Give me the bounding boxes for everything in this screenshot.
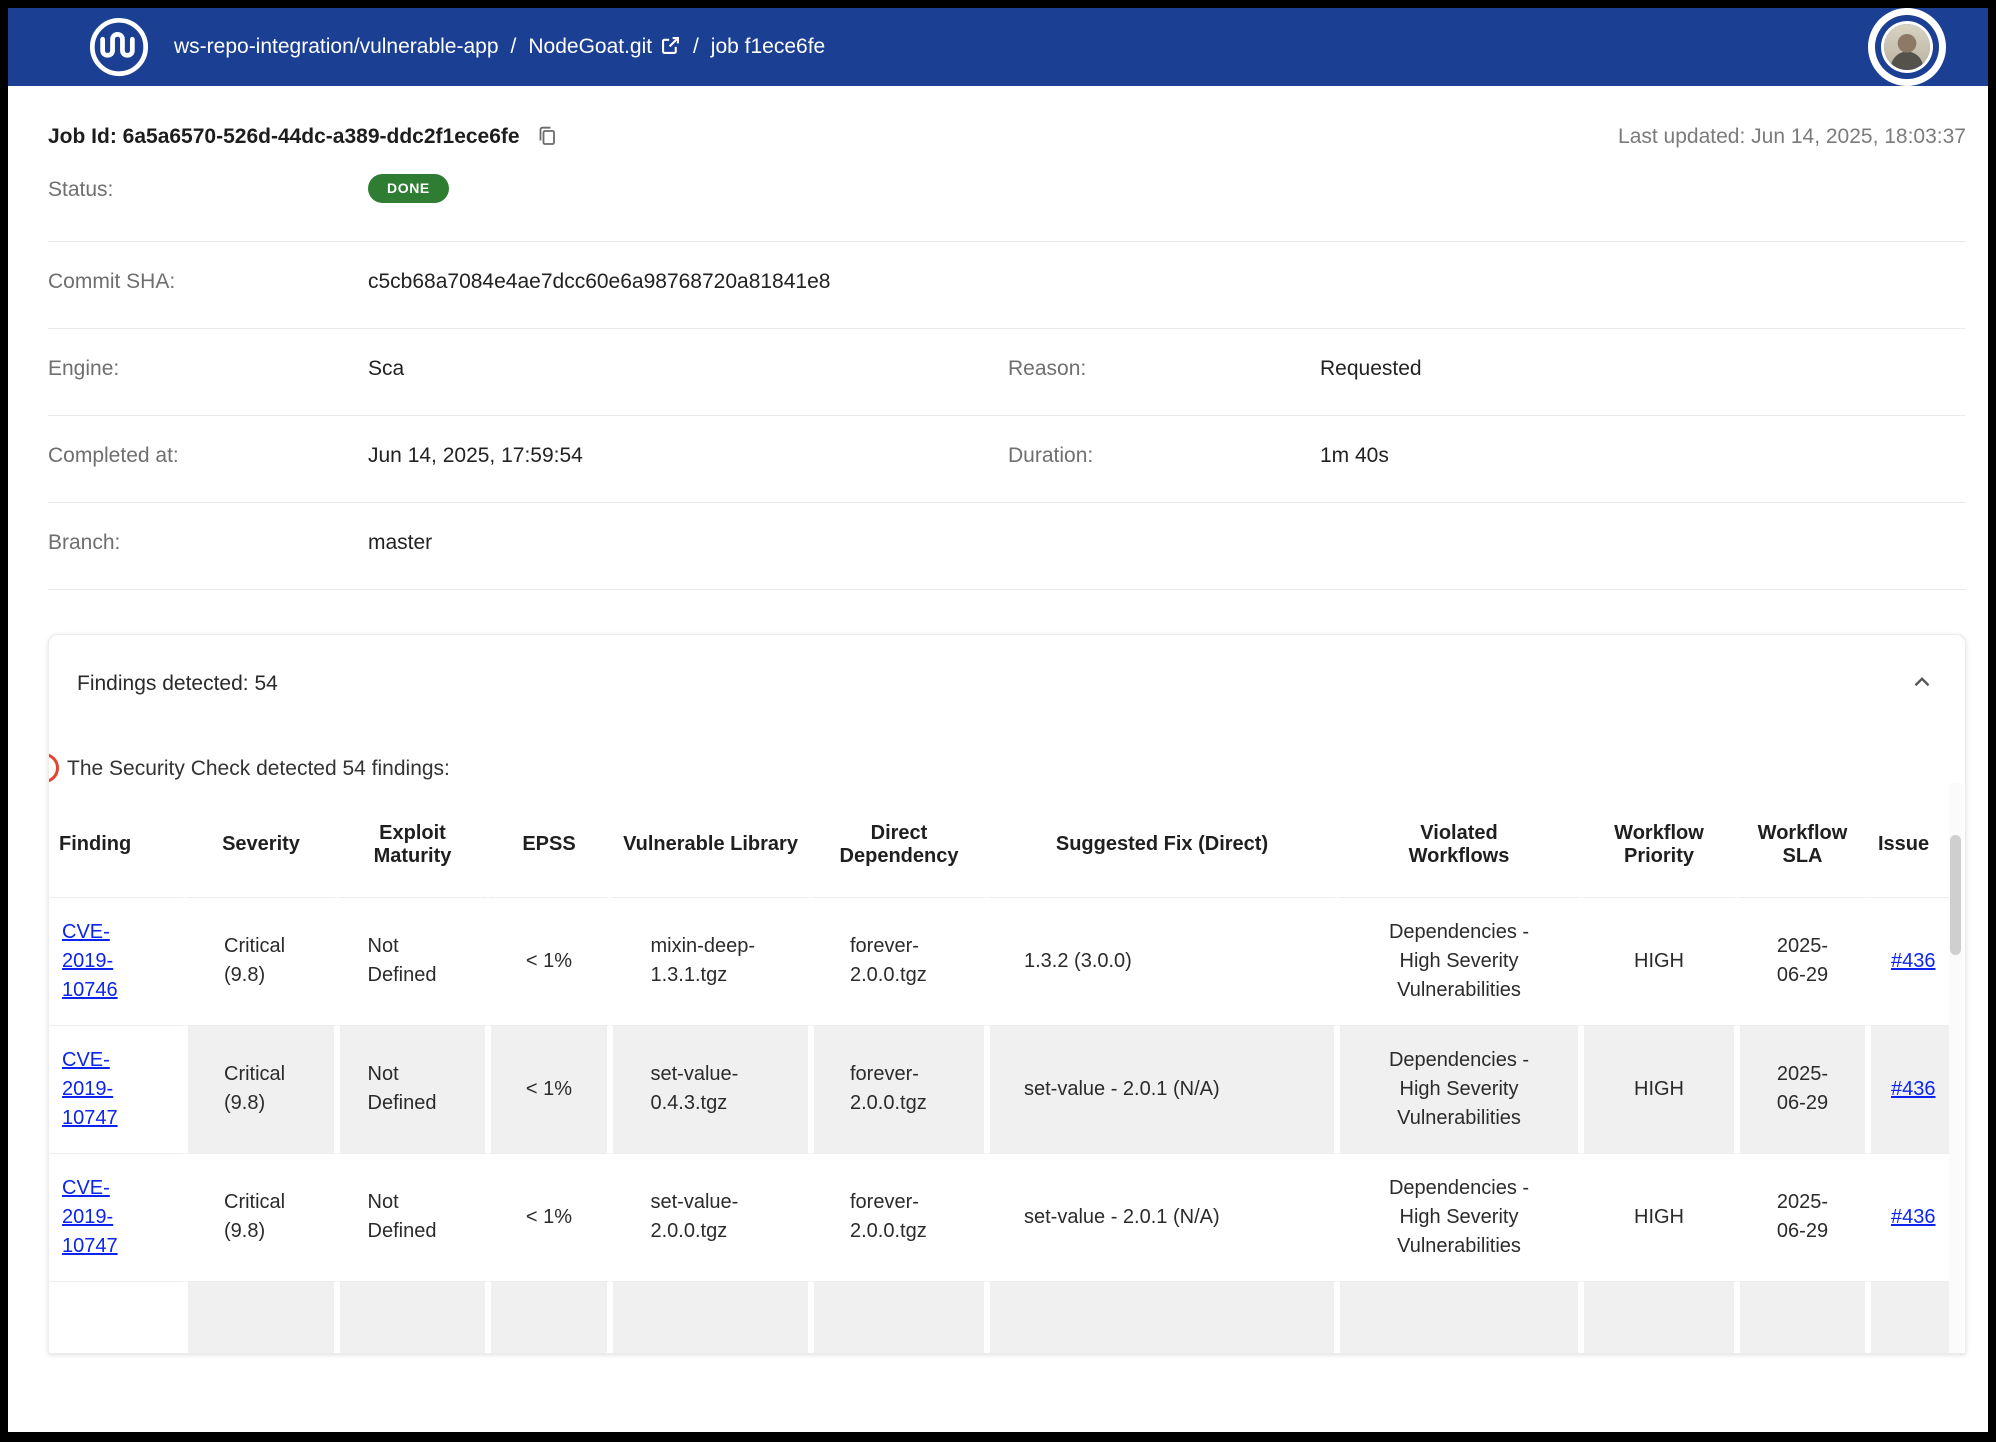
violated-workflows-cell: Dependencies - High Severity Vulnerabili…	[1371, 1174, 1547, 1261]
findings-table-container: Finding Severity Exploit Maturity EPSS V…	[49, 793, 1951, 1354]
issue-link[interactable]: #436	[1891, 1078, 1936, 1100]
column-header-direct-dependency[interactable]: Direct Dependency	[811, 793, 987, 897]
column-header-workflow-sla[interactable]: Workflow SLA	[1737, 793, 1868, 897]
reason-label: Reason:	[1008, 357, 1320, 381]
breadcrumb-separator: /	[693, 35, 699, 59]
issue-link[interactable]: #436	[1891, 950, 1936, 972]
column-header-exploit-maturity[interactable]: Exploit Maturity	[337, 793, 488, 897]
workflow-priority-cell: HIGH	[1581, 1153, 1737, 1281]
engine-label: Engine:	[48, 357, 368, 381]
workflow-priority-cell: HIGH	[1581, 897, 1737, 1025]
commit-sha-row: Commit SHA: c5cb68a7084e4ae7dcc60e6a9876…	[48, 242, 1966, 329]
column-header-finding[interactable]: Finding	[49, 793, 185, 897]
column-header-violated-workflows[interactable]: Violated Workflows	[1337, 793, 1581, 897]
scrollbar-thumb[interactable]	[1950, 835, 1961, 955]
app-window: ws-repo-integration/vulnerable-app / Nod…	[0, 0, 1996, 1442]
collapse-panel-button[interactable]	[1907, 669, 1937, 699]
vertical-scrollbar	[1949, 783, 1962, 1353]
workflow-priority-cell: HIGH	[1581, 1025, 1737, 1153]
workflow-sla-cell: 2025-06-29	[1771, 1060, 1835, 1118]
copy-job-id-button[interactable]	[534, 124, 560, 150]
table-row: CVE-2019-10746 Critical (9.8) Not Define…	[49, 897, 1951, 1025]
vulnerable-library-cell: set-value-2.0.0.tgz	[651, 1188, 771, 1246]
chevron-up-icon	[1909, 669, 1935, 695]
table-row: CVE-2019-10747 Critical (9.8) Not Define…	[49, 1025, 1951, 1153]
nav-right	[1884, 24, 1946, 70]
vulnerable-library-cell: mixin-deep-1.3.1.tgz	[651, 932, 771, 990]
user-avatar[interactable]	[1884, 24, 1930, 70]
workflow-sla-cell: 2025-06-29	[1771, 1188, 1835, 1246]
status-row: Status: DONE	[48, 160, 1966, 242]
breadcrumb-current-job: job f1ece6fe	[711, 35, 825, 59]
column-header-workflow-priority[interactable]: Workflow Priority	[1581, 793, 1737, 897]
epss-cell: < 1%	[488, 1153, 610, 1281]
cve-link[interactable]: CVE-2019-10747	[62, 1174, 126, 1261]
findings-table: Finding Severity Exploit Maturity EPSS V…	[49, 793, 1951, 1354]
workflow-sla-cell: 2025-06-29	[1771, 932, 1835, 990]
table-header-row: Finding Severity Exploit Maturity EPSS V…	[49, 793, 1951, 897]
issue-link[interactable]: #436	[1891, 1206, 1936, 1228]
job-header-row: Job Id: 6a5a6570-526d-44dc-a389-ddc2f1ec…	[48, 124, 1966, 150]
reason-value: Requested	[1320, 357, 1422, 381]
breadcrumb: ws-repo-integration/vulnerable-app / Nod…	[174, 35, 825, 59]
column-header-suggested-fix[interactable]: Suggested Fix (Direct)	[987, 793, 1337, 897]
findings-alert: The Security Check detected 54 findings:	[49, 747, 1965, 791]
direct-dependency-cell: forever-2.0.0.tgz	[850, 1188, 948, 1246]
breadcrumb-separator: /	[511, 35, 517, 59]
epss-cell: < 1%	[488, 1025, 610, 1153]
severity-cell: Critical (9.8)	[224, 932, 298, 990]
violated-workflows-cell: Dependencies - High Severity Vulnerabili…	[1371, 918, 1547, 1005]
severity-cell: Critical (9.8)	[224, 1060, 298, 1118]
direct-dependency-cell: forever-2.0.0.tgz	[850, 1060, 948, 1118]
completed-at-label: Completed at:	[48, 444, 368, 468]
completed-duration-row: Completed at: Jun 14, 2025, 17:59:54 Dur…	[48, 416, 1966, 503]
exploit-maturity-cell: Not Defined	[368, 932, 458, 990]
suggested-fix-cell: 1.3.2 (3.0.0)	[987, 897, 1337, 1025]
column-header-issue[interactable]: Issue	[1868, 793, 1951, 897]
duration-value: 1m 40s	[1320, 444, 1389, 468]
column-header-severity[interactable]: Severity	[185, 793, 337, 897]
completed-at-value: Jun 14, 2025, 17:59:54	[368, 444, 1008, 468]
exploit-maturity-cell: Not Defined	[368, 1060, 458, 1118]
status-label: Status:	[48, 178, 368, 202]
engine-reason-row: Engine: Sca Reason: Requested	[48, 329, 1966, 416]
severity-cell: Critical (9.8)	[224, 1188, 298, 1246]
vulnerable-library-cell: set-value-0.4.3.tgz	[651, 1060, 771, 1118]
commit-sha-value: c5cb68a7084e4ae7dcc60e6a98768720a81841e8	[368, 270, 830, 294]
job-details-section: Job Id: 6a5a6570-526d-44dc-a389-ddc2f1ec…	[8, 124, 1988, 1354]
epss-cell: < 1%	[488, 897, 610, 1025]
column-header-epss[interactable]: EPSS	[488, 793, 610, 897]
breadcrumb-repo-link[interactable]: NodeGoat.git	[528, 35, 652, 58]
last-updated-text: Last updated: Jun 14, 2025, 18:03:37	[1618, 125, 1966, 149]
suggested-fix-cell: set-value - 2.0.1 (N/A)	[987, 1153, 1337, 1281]
findings-panel-header[interactable]: Findings detected: 54	[49, 635, 1965, 725]
error-circle-icon	[48, 753, 59, 783]
suggested-fix-cell: set-value - 2.0.1 (N/A)	[987, 1025, 1337, 1153]
cve-link[interactable]: CVE-2019-10746	[62, 918, 126, 1005]
violated-workflows-cell: Dependencies - High Severity Vulnerabili…	[1371, 1046, 1547, 1133]
breadcrumb-project-link[interactable]: ws-repo-integration/vulnerable-app	[174, 35, 499, 59]
breadcrumb-repo: NodeGoat.git	[528, 35, 681, 59]
findings-panel: Findings detected: 54 The Security Check…	[48, 634, 1966, 1354]
engine-value: Sca	[368, 357, 1008, 381]
status-badge: DONE	[368, 174, 449, 203]
exploit-maturity-cell: Not Defined	[368, 1188, 458, 1246]
open-in-new-icon[interactable]	[660, 35, 681, 56]
direct-dependency-cell: forever-2.0.0.tgz	[850, 932, 948, 990]
table-row: CVE-2019-10747 Critical (9.8) Not Define…	[49, 1153, 1951, 1281]
copy-icon	[535, 124, 559, 148]
branch-label: Branch:	[48, 531, 368, 555]
column-header-vulnerable-library[interactable]: Vulnerable Library	[610, 793, 811, 897]
cve-link[interactable]: CVE-2019-10747	[62, 1046, 126, 1133]
branch-value: master	[368, 531, 432, 555]
top-nav-bar: ws-repo-integration/vulnerable-app / Nod…	[8, 8, 1988, 86]
duration-label: Duration:	[1008, 444, 1320, 468]
mend-logo-icon[interactable]	[88, 16, 150, 78]
branch-row: Branch: master	[48, 503, 1966, 590]
findings-alert-text: The Security Check detected 54 findings:	[67, 757, 450, 781]
job-id-text: Job Id: 6a5a6570-526d-44dc-a389-ddc2f1ec…	[48, 125, 520, 149]
table-row-partial	[49, 1281, 1951, 1354]
commit-sha-label: Commit SHA:	[48, 270, 368, 294]
findings-detected-title: Findings detected: 54	[77, 672, 278, 696]
